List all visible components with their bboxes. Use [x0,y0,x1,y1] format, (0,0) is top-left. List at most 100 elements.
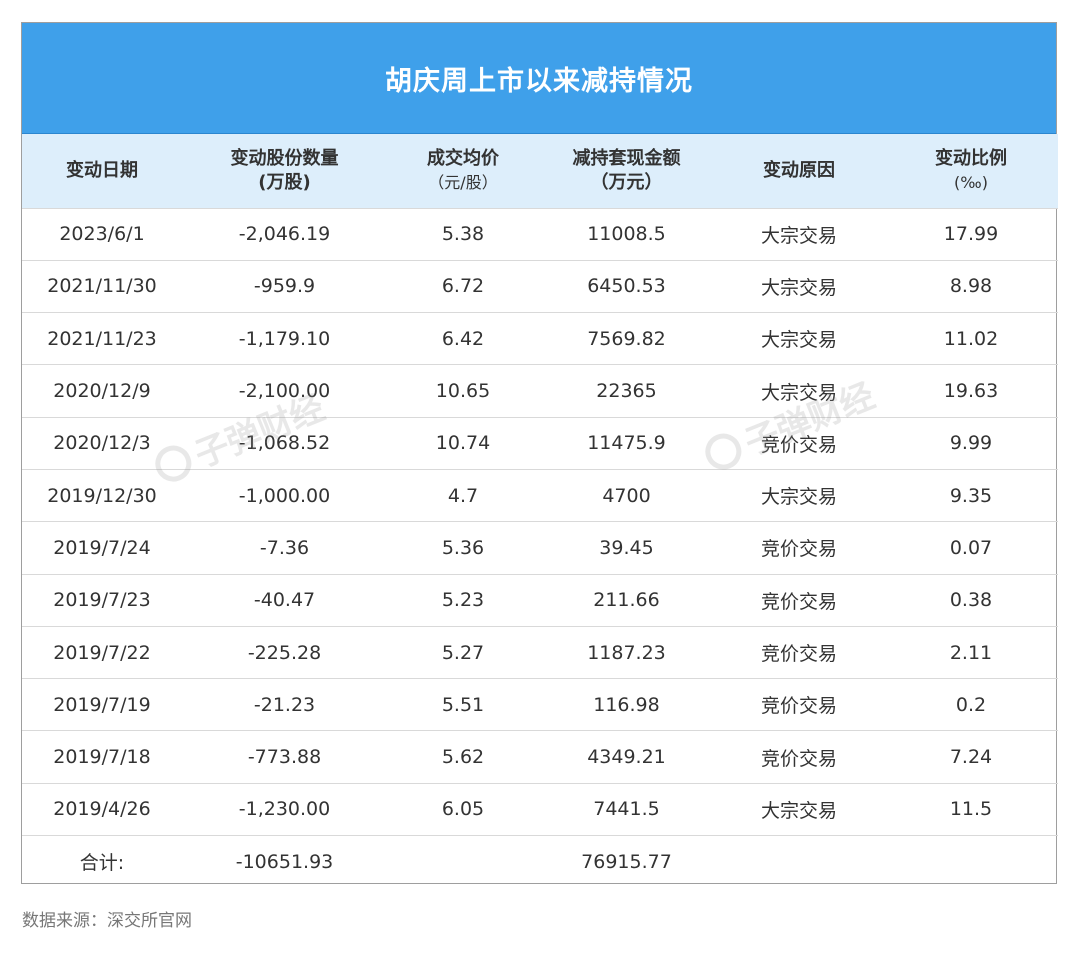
total-cell-date: 合计: [22,835,182,888]
cell-date: 2019/7/24 [22,521,182,575]
cell-price: 10.65 [387,364,539,418]
cell-price: 5.38 [387,207,539,261]
header-shares: 变动股份数量 (万股) [230,147,339,193]
cell-shares: -1,179.10 [182,312,387,365]
table-row: 2019/7/19 -21.23 5.51 116.98 竞价交易 0.2 [22,678,1058,731]
cell-shares: -21.23 [182,678,387,731]
table-row: 2021/11/30 -959.9 6.72 6450.53 大宗交易 8.98 [22,259,1058,313]
cell-amount: 211.66 [539,573,714,627]
total-cell-price [387,835,539,888]
cell-ratio: 9.99 [884,416,1058,470]
cell-ratio: 0.38 [884,573,1058,627]
total-row: 合计: -10651.93 76915.77 [22,835,1058,888]
cell-ratio: 2.11 [884,625,1058,679]
data-source: 数据来源：深交所官网 [22,911,192,931]
header-date: 变动日期 [66,159,138,181]
cell-amount: 39.45 [539,521,714,575]
cell-date: 2019/7/23 [22,573,182,627]
cell-reason: 竞价交易 [714,521,884,575]
cell-reason: 竞价交易 [714,730,884,784]
table-row: 2019/7/23 -40.47 5.23 211.66 竞价交易 0.38 [22,573,1058,627]
total-cell-reason [714,835,884,888]
cell-price: 10.74 [387,416,539,470]
reduction-table: 胡庆周上市以来减持情况 变动日期 变动股份数量 (万股) 成交均价 （元/股） 减持… [21,22,1058,888]
cell-shares: -1,068.52 [182,416,387,470]
cell-amount: 7441.5 [539,782,714,836]
header-ratio: 变动比例 (‰) [935,147,1007,192]
header-amount: 减持套现金额 （万元） [572,147,681,193]
table-row: 2020/12/9 -2,100.00 10.65 22365 大宗交易 19.63 [22,364,1058,418]
cell-date: 2019/12/30 [22,468,182,522]
cell-price: 4.7 [387,468,539,522]
cell-ratio: 11.02 [884,312,1058,365]
cell-amount: 4349.21 [539,730,714,784]
table-row: 2019/4/26 -1,230.00 6.05 7441.5 大宗交易 11.5 [22,782,1058,836]
cell-amount: 6450.53 [539,259,714,313]
cell-reason: 竞价交易 [714,573,884,627]
cell-reason: 大宗交易 [714,364,884,418]
header-reason: 变动原因 [763,159,835,181]
cell-ratio: 0.07 [884,521,1058,575]
cell-amount: 7569.82 [539,312,714,365]
cell-amount: 116.98 [539,678,714,731]
cell-reason: 大宗交易 [714,468,884,522]
cell-price: 5.62 [387,730,539,784]
table-row: 2019/7/18 -773.88 5.62 4349.21 竞价交易 7.24 [22,730,1058,784]
table-title-bar: 胡庆周上市以来减持情况 [22,23,1056,134]
cell-date: 2019/7/19 [22,678,182,731]
cell-price: 6.42 [387,312,539,365]
table-row: 2019/7/22 -225.28 5.27 1187.23 竞价交易 2.11 [22,625,1058,679]
cell-shares: -1,230.00 [182,782,387,836]
table-row: 2020/12/3 -1,068.52 10.74 11475.9 竞价交易 9.99 [22,416,1058,470]
cell-reason: 大宗交易 [714,782,884,836]
cell-shares: -2,100.00 [182,364,387,418]
cell-amount: 4700 [539,468,714,522]
table-body: 2023/6/1 -2,046.19 5.38 11008.5 大宗交易 17.99 202… [22,207,1058,888]
data-table: 变动日期 变动股份数量 (万股) 成交均价 （元/股） 减持套现金额 （万元） 变动原… [22,134,1058,888]
cell-ratio: 0.2 [884,678,1058,731]
cell-ratio: 9.35 [884,468,1058,522]
cell-reason: 大宗交易 [714,207,884,261]
table-row: 2021/11/23 -1,179.10 6.42 7569.82 大宗交易 11.02 [22,312,1058,365]
cell-price: 5.36 [387,521,539,575]
cell-shares: -40.47 [182,573,387,627]
cell-date: 2020/12/9 [22,364,182,418]
cell-date: 2019/4/26 [22,782,182,836]
table-row: 2019/7/24 -7.36 5.36 39.45 竞价交易 0.07 [22,521,1058,575]
cell-amount: 11008.5 [539,207,714,261]
cell-amount: 11475.9 [539,416,714,470]
total-cell-amount: 76915.77 [539,835,714,888]
cell-price: 5.51 [387,678,539,731]
cell-date: 2023/6/1 [22,207,182,261]
cell-reason: 竞价交易 [714,678,884,731]
cell-ratio: 7.24 [884,730,1058,784]
cell-ratio: 11.5 [884,782,1058,836]
table-row: 2019/12/30 -1,000.00 4.7 4700 大宗交易 9.35 [22,468,1058,522]
total-cell-ratio [884,835,1058,888]
cell-amount: 1187.23 [539,625,714,679]
cell-price: 5.23 [387,573,539,627]
cell-date: 2020/12/3 [22,416,182,470]
cell-date: 2021/11/23 [22,312,182,365]
header-price: 成交均价 （元/股） [427,147,499,192]
cell-ratio: 8.98 [884,259,1058,313]
table-row: 2023/6/1 -2,046.19 5.38 11008.5 大宗交易 17.99 [22,207,1058,261]
cell-price: 5.27 [387,625,539,679]
cell-reason: 大宗交易 [714,259,884,313]
cell-date: 2019/7/18 [22,730,182,784]
cell-ratio: 17.99 [884,207,1058,261]
table-title: 胡庆周上市以来减持情况 [385,65,693,97]
cell-ratio: 19.63 [884,364,1058,418]
cell-shares: -1,000.00 [182,468,387,522]
cell-price: 6.05 [387,782,539,836]
cell-shares: -7.36 [182,521,387,575]
cell-shares: -773.88 [182,730,387,784]
cell-reason: 竞价交易 [714,625,884,679]
cell-shares: -2,046.19 [182,207,387,261]
cell-shares: -225.28 [182,625,387,679]
cell-amount: 22365 [539,364,714,418]
cell-reason: 竞价交易 [714,416,884,470]
cell-price: 6.72 [387,259,539,313]
header-row: 变动日期 变动股份数量 (万股) 成交均价 （元/股） 减持套现金额 （万元） 变动原… [22,134,1058,208]
total-cell-shares: -10651.93 [182,835,387,888]
